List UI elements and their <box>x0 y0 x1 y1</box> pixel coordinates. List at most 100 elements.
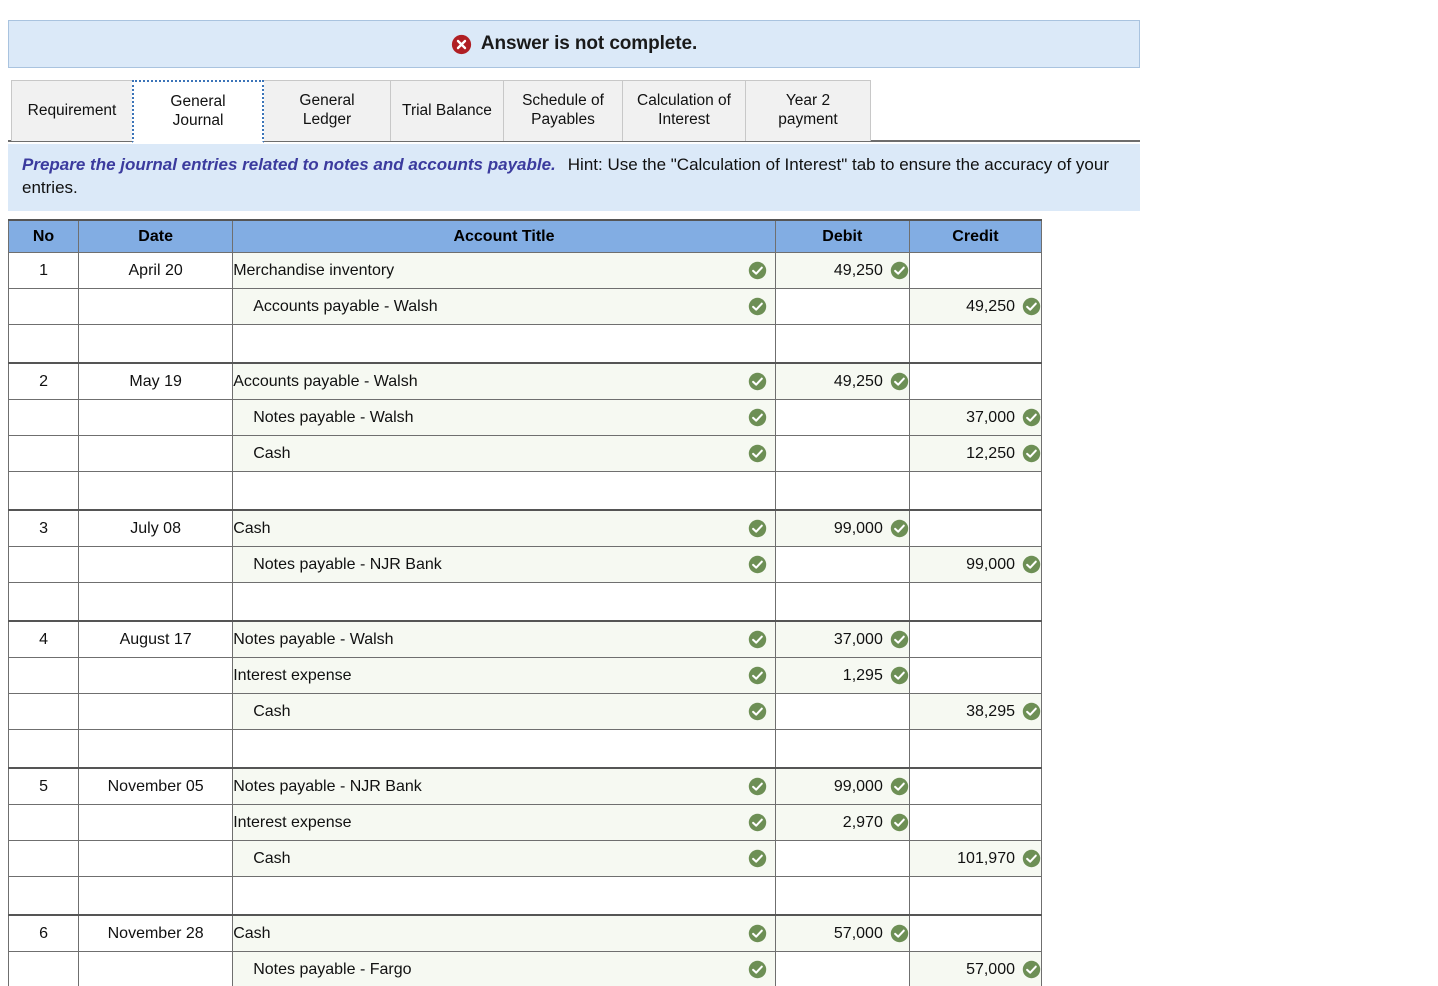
cell-debit[interactable]: 99,000 <box>774 767 910 805</box>
cell-credit[interactable] <box>908 804 1043 841</box>
spacer-cell[interactable] <box>774 324 910 364</box>
cell-credit[interactable]: 37,000 <box>908 399 1043 436</box>
spacer-cell[interactable] <box>78 876 234 916</box>
cell-credit[interactable] <box>908 767 1043 805</box>
spacer-cell[interactable] <box>7 324 80 364</box>
cell-debit[interactable]: 2,970 <box>774 804 910 841</box>
cell-account-title[interactable]: Cash <box>232 840 776 877</box>
cell-credit[interactable] <box>908 914 1043 952</box>
cell-no[interactable]: 3 <box>7 509 80 547</box>
cell-account-title[interactable]: Notes payable - NJR Bank <box>232 767 776 805</box>
cell-date[interactable] <box>78 435 234 472</box>
cell-date[interactable]: May 19 <box>78 362 234 400</box>
cell-credit[interactable] <box>908 362 1043 400</box>
cell-account-title[interactable]: Notes payable - Walsh <box>232 399 776 436</box>
cell-date[interactable] <box>78 657 234 694</box>
cell-account-title[interactable]: Notes payable - NJR Bank <box>232 546 776 583</box>
spacer-cell[interactable] <box>78 324 234 364</box>
cell-account-title[interactable]: Interest expense <box>232 804 776 841</box>
cell-account-title[interactable]: Accounts payable - Walsh <box>232 362 776 400</box>
cell-debit[interactable]: 49,250 <box>774 252 910 289</box>
cell-date[interactable] <box>78 804 234 841</box>
cell-debit[interactable] <box>774 951 910 986</box>
spacer-cell[interactable] <box>774 729 910 769</box>
cell-date[interactable]: July 08 <box>78 509 234 547</box>
spacer-cell[interactable] <box>232 324 776 364</box>
cell-credit[interactable] <box>908 657 1043 694</box>
cell-debit[interactable] <box>774 693 910 730</box>
cell-date[interactable] <box>78 840 234 877</box>
tab-year-2-payment[interactable]: Year 2 payment <box>745 80 871 141</box>
cell-account-title[interactable]: Merchandise inventory <box>232 252 776 289</box>
cell-credit[interactable]: 12,250 <box>908 435 1043 472</box>
cell-no[interactable] <box>7 657 80 694</box>
cell-debit[interactable] <box>774 435 910 472</box>
cell-date[interactable]: August 17 <box>78 620 234 658</box>
cell-no[interactable] <box>7 288 80 325</box>
spacer-cell[interactable] <box>7 876 80 916</box>
spacer-cell[interactable] <box>7 729 80 769</box>
cell-account-title[interactable]: Cash <box>232 509 776 547</box>
cell-credit[interactable] <box>908 620 1043 658</box>
cell-debit[interactable]: 37,000 <box>774 620 910 658</box>
cell-credit[interactable]: 99,000 <box>908 546 1043 583</box>
cell-no[interactable]: 5 <box>7 767 80 805</box>
cell-debit[interactable]: 1,295 <box>774 657 910 694</box>
spacer-cell[interactable] <box>908 471 1043 511</box>
tab-calculation-of-interest[interactable]: Calculation of Interest <box>622 80 746 141</box>
cell-no[interactable]: 1 <box>7 252 80 289</box>
cell-debit[interactable]: 57,000 <box>774 914 910 952</box>
cell-no[interactable] <box>7 840 80 877</box>
cell-no[interactable] <box>7 399 80 436</box>
spacer-cell[interactable] <box>774 582 910 622</box>
cell-debit[interactable] <box>774 546 910 583</box>
spacer-cell[interactable] <box>232 729 776 769</box>
spacer-cell[interactable] <box>78 582 234 622</box>
tab-general-ledger[interactable]: General Ledger <box>263 80 391 141</box>
tab-requirement[interactable]: Requirement <box>11 80 133 141</box>
cell-date[interactable] <box>78 693 234 730</box>
cell-no[interactable] <box>7 693 80 730</box>
cell-date[interactable]: April 20 <box>78 252 234 289</box>
cell-account-title[interactable]: Cash <box>232 693 776 730</box>
cell-no[interactable]: 4 <box>7 620 80 658</box>
cell-debit[interactable]: 49,250 <box>774 362 910 400</box>
spacer-cell[interactable] <box>774 471 910 511</box>
spacer-cell[interactable] <box>78 471 234 511</box>
cell-date[interactable]: November 28 <box>78 914 234 952</box>
cell-no[interactable] <box>7 804 80 841</box>
cell-debit[interactable] <box>774 399 910 436</box>
cell-no[interactable] <box>7 546 80 583</box>
cell-account-title[interactable]: Cash <box>232 435 776 472</box>
tab-schedule-of-payables[interactable]: Schedule of Payables <box>503 80 623 141</box>
cell-credit[interactable]: 57,000 <box>908 951 1043 986</box>
cell-credit[interactable] <box>908 252 1043 289</box>
cell-account-title[interactable]: Notes payable - Fargo <box>232 951 776 986</box>
cell-debit[interactable]: 99,000 <box>774 509 910 547</box>
cell-account-title[interactable]: Interest expense <box>232 657 776 694</box>
spacer-cell[interactable] <box>908 729 1043 769</box>
spacer-cell[interactable] <box>232 582 776 622</box>
spacer-cell[interactable] <box>7 471 80 511</box>
cell-no[interactable]: 6 <box>7 914 80 952</box>
spacer-cell[interactable] <box>908 324 1043 364</box>
spacer-cell[interactable] <box>774 876 910 916</box>
spacer-cell[interactable] <box>78 729 234 769</box>
cell-credit[interactable]: 101,970 <box>908 840 1043 877</box>
cell-date[interactable] <box>78 951 234 986</box>
cell-no[interactable] <box>7 435 80 472</box>
cell-date[interactable]: November 05 <box>78 767 234 805</box>
spacer-cell[interactable] <box>232 471 776 511</box>
cell-date[interactable] <box>78 399 234 436</box>
cell-credit[interactable]: 49,250 <box>908 288 1043 325</box>
cell-debit[interactable] <box>774 288 910 325</box>
cell-credit[interactable] <box>908 509 1043 547</box>
spacer-cell[interactable] <box>7 582 80 622</box>
cell-date[interactable] <box>78 288 234 325</box>
spacer-cell[interactable] <box>232 876 776 916</box>
cell-account-title[interactable]: Accounts payable - Walsh <box>232 288 776 325</box>
cell-account-title[interactable]: Notes payable - Walsh <box>232 620 776 658</box>
cell-account-title[interactable]: Cash <box>232 914 776 952</box>
cell-credit[interactable]: 38,295 <box>908 693 1043 730</box>
cell-debit[interactable] <box>774 840 910 877</box>
